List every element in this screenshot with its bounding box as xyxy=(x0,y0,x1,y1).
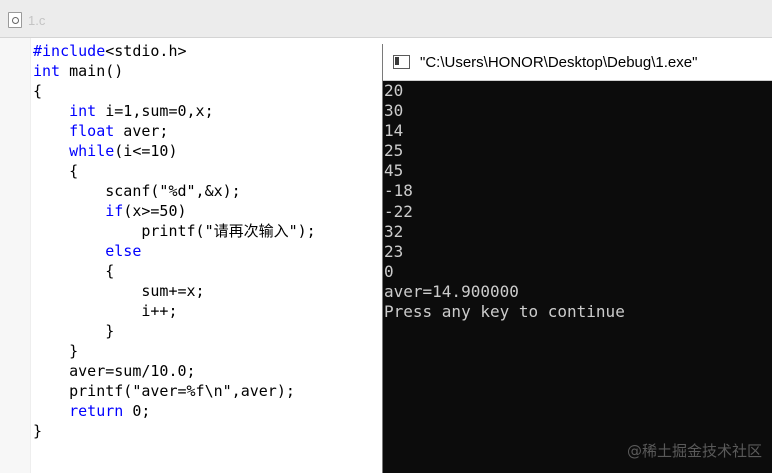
console-output-line: -22 xyxy=(384,201,413,221)
code-text: printf("请再次输入"); xyxy=(33,222,316,240)
code-line: i++; xyxy=(33,301,316,321)
console-app-icon xyxy=(393,55,410,69)
code-line: aver=sum/10.0; xyxy=(33,361,316,381)
code-text: <stdio.h> xyxy=(105,42,187,60)
code-text: (i<=10) xyxy=(114,142,178,160)
code-text: sum+=x; xyxy=(33,282,205,300)
code-text: main() xyxy=(60,62,124,80)
code-text: } xyxy=(33,342,79,360)
console-output-line: 32 xyxy=(384,221,404,241)
console-output-line: 45 xyxy=(384,161,404,181)
console-output-line: 0 xyxy=(384,261,394,281)
tab-label: 1.c xyxy=(28,12,46,28)
code-line: { xyxy=(33,81,316,101)
code-text: aver=sum/10.0; xyxy=(33,362,196,380)
console-output-line: 25 xyxy=(384,141,404,161)
console-output-line: aver=14.900000 xyxy=(384,281,519,301)
code-line: } xyxy=(33,321,316,341)
code-keyword: #include xyxy=(33,42,106,60)
code-line: { xyxy=(33,261,316,281)
code-line: int main() xyxy=(33,61,316,81)
editor-gutter xyxy=(0,38,31,473)
console-output-line: -18 xyxy=(384,181,413,201)
code-line: printf("aver=%f\n",aver); xyxy=(33,381,316,401)
console-titlebar[interactable]: "C:\Users\HONOR\Desktop\Debug\1.exe" xyxy=(383,44,772,81)
code-line: while(i<=10) xyxy=(33,141,316,161)
editor-tab-bar: 1.c xyxy=(0,0,772,38)
code-line: #include<stdio.h> xyxy=(33,41,316,61)
code-text: { xyxy=(33,262,115,280)
code-keyword: while xyxy=(69,142,115,160)
code-text: aver; xyxy=(114,122,169,140)
console-output-line: 20 xyxy=(384,81,404,100)
code-keyword: return xyxy=(69,402,124,420)
console-window[interactable]: "C:\Users\HONOR\Desktop\Debug\1.exe" 20 3… xyxy=(382,44,772,473)
code-keyword: if xyxy=(105,202,124,220)
code-text: scanf("%d",&x); xyxy=(33,182,241,200)
code-text: i=1,sum=0,x; xyxy=(96,102,214,120)
tab-1c[interactable]: 1.c xyxy=(0,6,55,34)
code-line: return 0; xyxy=(33,401,316,421)
console-output-line: 14 xyxy=(384,121,404,141)
console-title: "C:\Users\HONOR\Desktop\Debug\1.exe" xyxy=(420,53,698,71)
code-keyword: float xyxy=(69,122,115,140)
code-text: i++; xyxy=(33,302,178,320)
code-text: { xyxy=(33,162,79,180)
code-line: } xyxy=(33,421,316,441)
code-text: 0; xyxy=(123,402,151,420)
code-keyword: int xyxy=(69,102,97,120)
code-editor[interactable]: #include<stdio.h> int main(){ int i=1,sum… xyxy=(33,41,316,441)
code-text: } xyxy=(33,322,115,340)
code-line: int i=1,sum=0,x; xyxy=(33,101,316,121)
code-line: { xyxy=(33,161,316,181)
watermark: @稀土掘金技术社区 xyxy=(626,442,762,460)
code-text: { xyxy=(33,82,43,100)
console-output: 20 30 14 25 45 -18 -22 32 23 0 aver=14.900000 Press… xyxy=(384,81,772,473)
code-line: printf("请再次输入"); xyxy=(33,221,316,241)
code-keyword: else xyxy=(105,242,142,260)
console-output-line: 30 xyxy=(384,101,404,121)
code-keyword: int xyxy=(33,62,61,80)
code-text: (x>=50) xyxy=(123,202,187,220)
code-text: } xyxy=(33,422,43,440)
console-output-line: 23 xyxy=(384,241,404,261)
code-line: if(x>=50) xyxy=(33,201,316,221)
code-line: } xyxy=(33,341,316,361)
code-line: scanf("%d",&x); xyxy=(33,181,316,201)
code-text: printf("aver=%f\n",aver); xyxy=(33,382,295,400)
console-output-line: Press any key to continue xyxy=(384,302,625,322)
code-line: else xyxy=(33,241,316,261)
code-line: sum+=x; xyxy=(33,281,316,301)
code-line: float aver; xyxy=(33,121,316,141)
c-file-icon xyxy=(8,12,22,28)
